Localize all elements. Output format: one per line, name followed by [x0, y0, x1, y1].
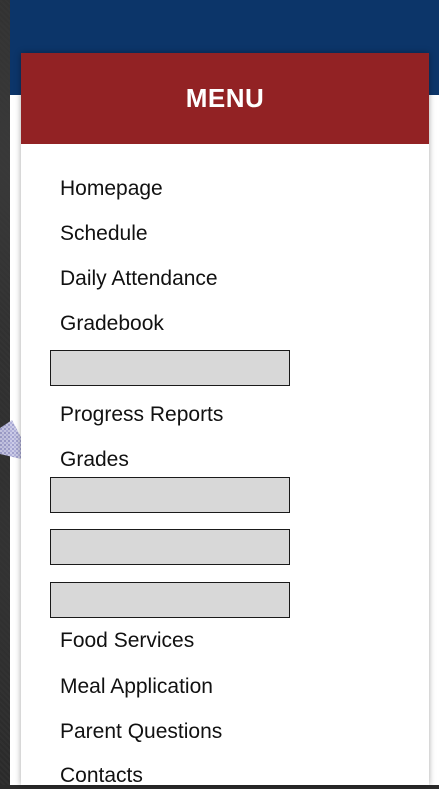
menu-item-homepage[interactable]: Homepage — [60, 176, 163, 202]
redacted-menu-item[interactable] — [50, 529, 290, 565]
menu-item-grades[interactable]: Grades — [60, 447, 129, 473]
menu-item-food-services[interactable]: Food Services — [60, 628, 194, 654]
menu-item-meal-application[interactable]: Meal Application — [60, 674, 213, 700]
menu-item-daily-attendance[interactable]: Daily Attendance — [60, 266, 218, 292]
menu-item-contacts[interactable]: Contacts — [60, 763, 143, 789]
redacted-menu-item[interactable] — [50, 477, 290, 513]
menu-item-schedule[interactable]: Schedule — [60, 221, 148, 247]
menu-header: MENU — [21, 53, 429, 144]
menu-title: MENU — [185, 83, 265, 113]
menu-item-progress-reports[interactable]: Progress Reports — [60, 402, 223, 428]
menu-item-gradebook[interactable]: Gradebook — [60, 311, 164, 337]
redacted-menu-item[interactable] — [50, 582, 290, 618]
menu-panel: MENU Homepage Schedule Daily Attendance … — [21, 53, 429, 787]
menu-item-parent-questions[interactable]: Parent Questions — [60, 719, 222, 745]
redacted-menu-item[interactable] — [50, 350, 290, 386]
